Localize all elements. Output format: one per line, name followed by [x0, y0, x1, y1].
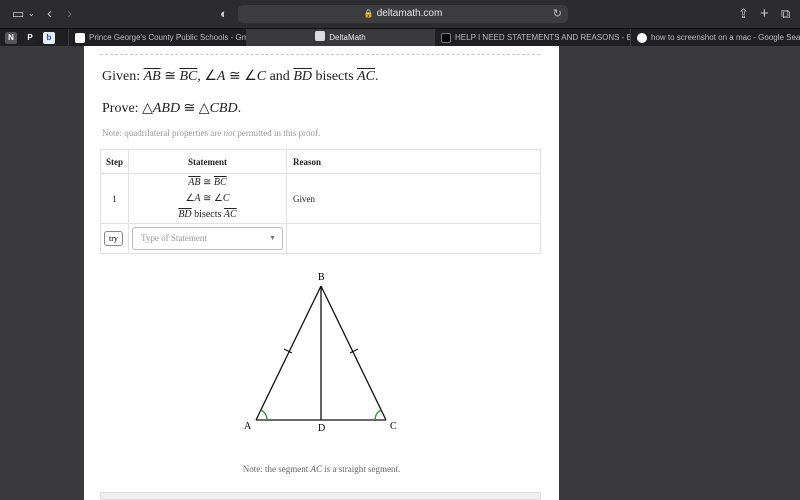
step-number: 1 — [100, 173, 129, 224]
google-favicon-icon — [637, 33, 647, 43]
brainly-favicon-icon — [441, 33, 451, 43]
note-text: Note: quadrilateral properties are — [102, 128, 224, 138]
proof-note: Note: quadrilateral properties are not p… — [102, 128, 320, 138]
tab-google[interactable]: how to screenshot on a mac - Google Sear… — [630, 29, 800, 47]
statement-type-select[interactable]: Type of Statement ▼ — [132, 227, 283, 250]
address-bar[interactable]: 🔒 deltamath.com ↻ — [238, 5, 568, 23]
vertex-label-a: A — [244, 421, 252, 432]
step-header: Step — [100, 149, 129, 174]
lock-icon: 🔒 — [363, 9, 374, 18]
given-statement: Given: AB ≅ BC, ∠A ≅ ∠C and BD bisects A… — [102, 69, 379, 84]
bisects-word: bisects — [315, 69, 354, 84]
statement-cell: AB ≅ BC ∠A ≅ ∠C BD bisects AC — [128, 173, 287, 224]
divider — [100, 54, 540, 55]
reason-cell: Given — [286, 173, 541, 224]
tab-brainly[interactable]: HELP I NEED STATEMENTS AND REASONS - Bra… — [434, 29, 630, 47]
forward-icon[interactable]: › — [67, 0, 72, 28]
pinned-tab-notion[interactable]: N — [5, 32, 17, 44]
angle-a: A — [194, 192, 201, 204]
note-emphasis: not — [223, 128, 235, 138]
segment-bc: BC — [179, 69, 198, 84]
try-cell: try — [100, 223, 129, 254]
table-row-input: try Type of Statement ▼ — [100, 223, 541, 254]
note-text: Note: the segment — [242, 464, 311, 474]
new-tab-icon[interactable]: + — [760, 0, 769, 28]
segment-note: Note: the segment AC is a straight segme… — [84, 464, 559, 474]
tab-bar: N P b Prince George's County Public Scho… — [0, 28, 800, 47]
vertex-label-c: C — [390, 421, 397, 432]
gmail-favicon-icon — [75, 33, 85, 43]
tab-overview-icon[interactable]: ⧉ — [781, 0, 790, 28]
segment-ac: AC — [310, 464, 322, 474]
note-text: permitted in this proof. — [234, 128, 321, 138]
segment-bc-line — [320, 285, 387, 421]
back-icon[interactable]: ‹ — [47, 0, 52, 28]
tab-gmail[interactable]: Prince George's County Public Schools - … — [68, 29, 246, 47]
reload-icon[interactable]: ↻ — [553, 5, 562, 23]
given-label: Given: — [102, 69, 141, 84]
chevron-down-icon[interactable]: ⌄ — [28, 0, 35, 28]
segment-ab: AB — [188, 176, 201, 188]
angle-a: A — [216, 69, 226, 84]
segment-ac: AC — [357, 69, 375, 84]
prove-statement: Prove: △ABD ≅ △CBD. — [102, 101, 242, 116]
tab-label: HELP I NEED STATEMENTS AND REASONS - Bra… — [455, 33, 630, 42]
triangle-cbd: CBD — [209, 101, 238, 116]
table-row: 1 AB ≅ BC ∠A ≅ ∠C BD bisects AC Given — [100, 173, 541, 224]
tab-label: Prince George's County Public Schools - … — [89, 33, 246, 42]
browser-toolbar: ▭ ⌄ ‹ › ◐ 🔒 deltamath.com ↻ ⇪ + ⧉ — [0, 0, 800, 28]
table-header-row: Step Statement Reason — [100, 149, 541, 174]
pinned-tab-label: N — [8, 33, 14, 42]
sidebar-icon[interactable]: ▭ — [12, 0, 24, 28]
privacy-shield-icon[interactable]: ◐ — [220, 0, 228, 28]
segment-bd: BD — [178, 208, 192, 220]
proof-table: Step Statement Reason 1 AB ≅ BC ∠A ≅ ∠C … — [100, 149, 541, 254]
reason-input-cell — [286, 223, 541, 254]
caret-down-icon: ▼ — [269, 234, 276, 242]
segment-bd: BD — [293, 69, 312, 84]
statement-header: Statement — [128, 149, 287, 174]
pinned-tab-p[interactable]: P — [24, 32, 36, 44]
angle-c: C — [222, 192, 230, 204]
prove-label: Prove: — [102, 101, 139, 116]
tab-deltamath[interactable]: DeltaMath — [246, 29, 434, 47]
angle-mark-c — [374, 409, 382, 421]
bisects-word: bisects — [194, 208, 222, 220]
pinned-tab-label: b — [46, 33, 52, 42]
segment-ab-line — [255, 285, 322, 421]
tab-label: how to screenshot on a mac - Google Sear… — [651, 33, 800, 42]
url-text: deltamath.com — [376, 8, 443, 19]
tab-label: DeltaMath — [329, 33, 366, 42]
angle-mark-a — [260, 409, 268, 421]
statement-input-cell: Type of Statement ▼ — [128, 223, 287, 254]
try-button[interactable]: try — [104, 231, 123, 246]
pinned-tab-label: P — [27, 33, 33, 42]
triangle-diagram: B A D C — [244, 272, 397, 434]
pinned-tab-b[interactable]: b — [43, 32, 55, 44]
triangle-abd: ABD — [152, 101, 181, 116]
vertex-label-d: D — [318, 423, 325, 434]
segment-bc: BC — [213, 176, 227, 188]
next-panel — [100, 492, 541, 500]
segment-ab: AB — [143, 69, 161, 84]
proof-page: Given: AB ≅ BC, ∠A ≅ ∠C and BD bisects A… — [84, 46, 559, 500]
reason-header: Reason — [286, 149, 541, 174]
deltamath-favicon-icon — [315, 31, 326, 41]
and-word: and — [269, 69, 290, 84]
note-text: is a straight segment. — [322, 464, 401, 474]
share-icon[interactable]: ⇪ — [738, 0, 749, 28]
segment-ac: AC — [223, 208, 237, 220]
select-placeholder: Type of Statement — [141, 233, 207, 243]
angle-c: C — [256, 69, 267, 84]
vertex-label-b: B — [318, 272, 325, 283]
